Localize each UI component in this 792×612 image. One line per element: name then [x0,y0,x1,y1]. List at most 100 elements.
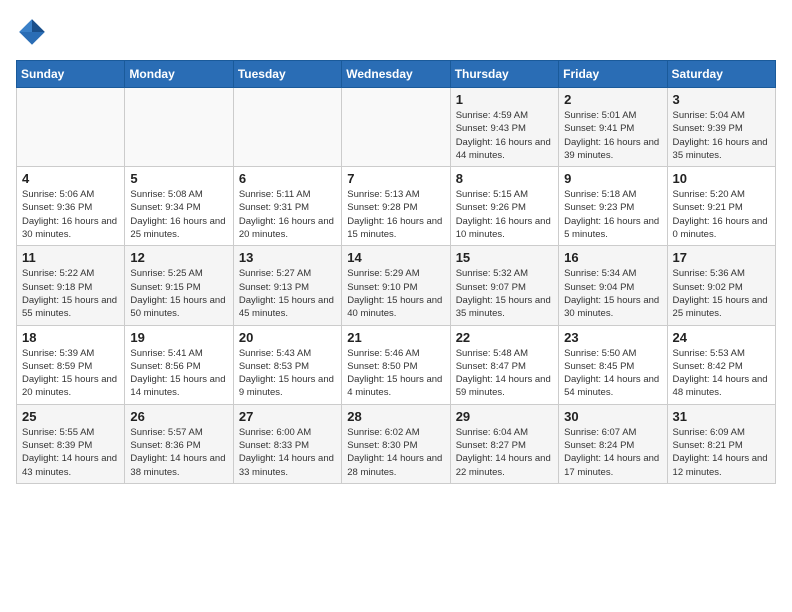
day-info: Sunrise: 5:57 AM Sunset: 8:36 PM Dayligh… [130,426,227,479]
day-cell: 8 Sunrise: 5:15 AM Sunset: 9:26 PM Daylig… [450,167,558,246]
day-cell: 31Sunrise: 6:09 AM Sunset: 8:21 PM Dayli… [667,404,775,483]
week-row-2: 4Sunrise: 5:06 AM Sunset: 9:36 PM Daylig… [17,167,776,246]
day-info: Sunrise: 5:46 AM Sunset: 8:50 PM Dayligh… [347,347,444,400]
day-cell: 1 Sunrise: 4:59 AM Sunset: 9:43 PM Daylig… [450,88,558,167]
day-number: 2 [564,92,661,107]
day-cell: 28 Sunrise: 6:02 AM Sunset: 8:30 PM Dayli… [342,404,450,483]
day-cell: 14 Sunrise: 5:29 AM Sunset: 9:10 PM Dayli… [342,246,450,325]
day-info: Sunrise: 4:59 AM Sunset: 9:43 PM Dayligh… [456,109,553,162]
day-info: Sunrise: 5:29 AM Sunset: 9:10 PM Dayligh… [347,267,444,320]
day-cell: 4Sunrise: 5:06 AM Sunset: 9:36 PM Daylig… [17,167,125,246]
day-info: Sunrise: 5:34 AM Sunset: 9:04 PM Dayligh… [564,267,661,320]
day-info: Sunrise: 5:53 AM Sunset: 8:42 PM Dayligh… [673,347,770,400]
day-cell: 9 Sunrise: 5:18 AM Sunset: 9:23 PM Daylig… [559,167,667,246]
day-cell: 6 Sunrise: 5:11 AM Sunset: 9:31 PM Daylig… [233,167,341,246]
day-info: Sunrise: 5:08 AM Sunset: 9:34 PM Dayligh… [130,188,227,241]
day-number: 16 [564,250,661,265]
day-number: 5 [130,171,227,186]
header-cell-thursday: Thursday [450,61,558,88]
day-number: 7 [347,171,444,186]
day-cell: 29 Sunrise: 6:04 AM Sunset: 8:27 PM Dayli… [450,404,558,483]
day-cell: 17 Sunrise: 5:36 AM Sunset: 9:02 PM Dayli… [667,246,775,325]
day-cell: 18Sunrise: 5:39 AM Sunset: 8:59 PM Dayli… [17,325,125,404]
day-cell [125,88,233,167]
page-header [16,16,776,48]
day-info: Sunrise: 5:04 AM Sunset: 9:39 PM Dayligh… [673,109,770,162]
week-row-5: 25 Sunrise: 5:55 AM Sunset: 8:39 PM Dayli… [17,404,776,483]
day-number: 29 [456,409,553,424]
week-row-4: 18Sunrise: 5:39 AM Sunset: 8:59 PM Dayli… [17,325,776,404]
day-cell: 3 Sunrise: 5:04 AM Sunset: 9:39 PM Daylig… [667,88,775,167]
day-cell: 20Sunrise: 5:43 AM Sunset: 8:53 PM Dayli… [233,325,341,404]
day-cell [17,88,125,167]
logo [16,16,52,48]
day-info: Sunrise: 5:01 AM Sunset: 9:41 PM Dayligh… [564,109,661,162]
day-info: Sunrise: 6:04 AM Sunset: 8:27 PM Dayligh… [456,426,553,479]
day-number: 18 [22,330,119,345]
day-info: Sunrise: 5:48 AM Sunset: 8:47 PM Dayligh… [456,347,553,400]
day-cell: 19 Sunrise: 5:41 AM Sunset: 8:56 PM Dayli… [125,325,233,404]
day-info: Sunrise: 5:20 AM Sunset: 9:21 PM Dayligh… [673,188,770,241]
day-cell: 30Sunrise: 6:07 AM Sunset: 8:24 PM Dayli… [559,404,667,483]
day-cell: 26Sunrise: 5:57 AM Sunset: 8:36 PM Dayli… [125,404,233,483]
day-number: 24 [673,330,770,345]
day-cell: 5 Sunrise: 5:08 AM Sunset: 9:34 PM Daylig… [125,167,233,246]
day-number: 17 [673,250,770,265]
day-cell: 24 Sunrise: 5:53 AM Sunset: 8:42 PM Dayli… [667,325,775,404]
day-info: Sunrise: 5:11 AM Sunset: 9:31 PM Dayligh… [239,188,336,241]
week-row-3: 11 Sunrise: 5:22 AM Sunset: 9:18 PM Dayli… [17,246,776,325]
day-cell: 10 Sunrise: 5:20 AM Sunset: 9:21 PM Dayli… [667,167,775,246]
calendar-table: SundayMondayTuesdayWednesdayThursdayFrid… [16,60,776,484]
header-cell-tuesday: Tuesday [233,61,341,88]
day-info: Sunrise: 5:36 AM Sunset: 9:02 PM Dayligh… [673,267,770,320]
header-cell-sunday: Sunday [17,61,125,88]
day-info: Sunrise: 6:07 AM Sunset: 8:24 PM Dayligh… [564,426,661,479]
day-info: Sunrise: 5:25 AM Sunset: 9:15 PM Dayligh… [130,267,227,320]
day-cell: 22 Sunrise: 5:48 AM Sunset: 8:47 PM Dayli… [450,325,558,404]
header-cell-monday: Monday [125,61,233,88]
day-info: Sunrise: 5:22 AM Sunset: 9:18 PM Dayligh… [22,267,119,320]
day-number: 8 [456,171,553,186]
day-info: Sunrise: 5:13 AM Sunset: 9:28 PM Dayligh… [347,188,444,241]
day-cell: 21Sunrise: 5:46 AM Sunset: 8:50 PM Dayli… [342,325,450,404]
day-number: 10 [673,171,770,186]
header-cell-friday: Friday [559,61,667,88]
day-info: Sunrise: 5:50 AM Sunset: 8:45 PM Dayligh… [564,347,661,400]
day-number: 23 [564,330,661,345]
day-cell: 15Sunrise: 5:32 AM Sunset: 9:07 PM Dayli… [450,246,558,325]
day-number: 31 [673,409,770,424]
header-cell-wednesday: Wednesday [342,61,450,88]
day-number: 11 [22,250,119,265]
week-row-1: 1 Sunrise: 4:59 AM Sunset: 9:43 PM Daylig… [17,88,776,167]
day-info: Sunrise: 5:06 AM Sunset: 9:36 PM Dayligh… [22,188,119,241]
day-number: 25 [22,409,119,424]
day-number: 22 [456,330,553,345]
day-info: Sunrise: 5:18 AM Sunset: 9:23 PM Dayligh… [564,188,661,241]
day-cell: 12 Sunrise: 5:25 AM Sunset: 9:15 PM Dayli… [125,246,233,325]
day-number: 28 [347,409,444,424]
day-number: 13 [239,250,336,265]
day-info: Sunrise: 6:00 AM Sunset: 8:33 PM Dayligh… [239,426,336,479]
day-info: Sunrise: 6:02 AM Sunset: 8:30 PM Dayligh… [347,426,444,479]
day-cell: 25 Sunrise: 5:55 AM Sunset: 8:39 PM Dayli… [17,404,125,483]
day-cell: 27 Sunrise: 6:00 AM Sunset: 8:33 PM Dayli… [233,404,341,483]
day-cell: 11 Sunrise: 5:22 AM Sunset: 9:18 PM Dayli… [17,246,125,325]
day-cell: 13Sunrise: 5:27 AM Sunset: 9:13 PM Dayli… [233,246,341,325]
header-row: SundayMondayTuesdayWednesdayThursdayFrid… [17,61,776,88]
day-number: 19 [130,330,227,345]
day-info: Sunrise: 5:41 AM Sunset: 8:56 PM Dayligh… [130,347,227,400]
day-cell: 2 Sunrise: 5:01 AM Sunset: 9:41 PM Daylig… [559,88,667,167]
logo-icon [16,16,48,48]
day-number: 1 [456,92,553,107]
day-number: 3 [673,92,770,107]
day-number: 6 [239,171,336,186]
day-info: Sunrise: 5:32 AM Sunset: 9:07 PM Dayligh… [456,267,553,320]
day-number: 14 [347,250,444,265]
day-number: 27 [239,409,336,424]
day-info: Sunrise: 5:55 AM Sunset: 8:39 PM Dayligh… [22,426,119,479]
day-cell: 16 Sunrise: 5:34 AM Sunset: 9:04 PM Dayli… [559,246,667,325]
day-number: 12 [130,250,227,265]
header-cell-saturday: Saturday [667,61,775,88]
day-info: Sunrise: 5:15 AM Sunset: 9:26 PM Dayligh… [456,188,553,241]
day-number: 9 [564,171,661,186]
